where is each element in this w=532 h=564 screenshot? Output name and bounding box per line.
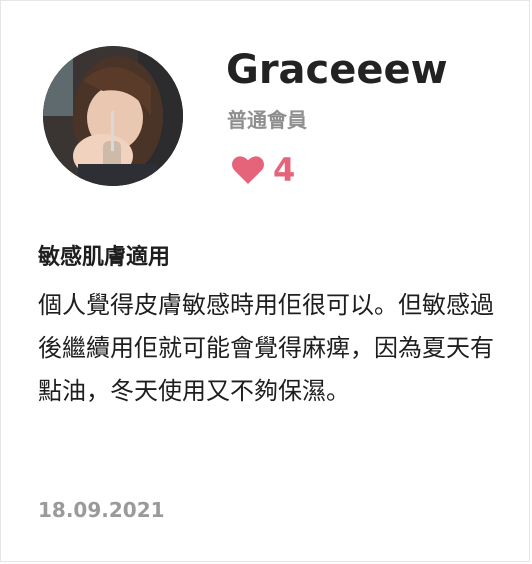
like-counter[interactable]: 4 — [231, 153, 295, 187]
member-level-badge: 普通會員 — [227, 108, 307, 132]
review-body: 個人覺得皮膚敏感時用佢很可以。但敏感過後繼續用佢就可能會覺得麻痺，因為夏天有點油… — [38, 291, 494, 405]
heart-icon[interactable] — [231, 155, 265, 185]
avatar-photo — [43, 46, 183, 186]
like-count: 4 — [273, 151, 296, 189]
avatar[interactable] — [43, 46, 183, 186]
author-name[interactable]: Graceeew — [226, 47, 448, 93]
review-date: 18.09.2021 — [38, 498, 165, 522]
review-card: Graceeew 普通會員 4 敏感肌膚適用 個人覺得皮膚敏感時用佢很可以。但敏… — [0, 0, 530, 562]
review-title: 敏感肌膚適用 — [38, 245, 171, 270]
